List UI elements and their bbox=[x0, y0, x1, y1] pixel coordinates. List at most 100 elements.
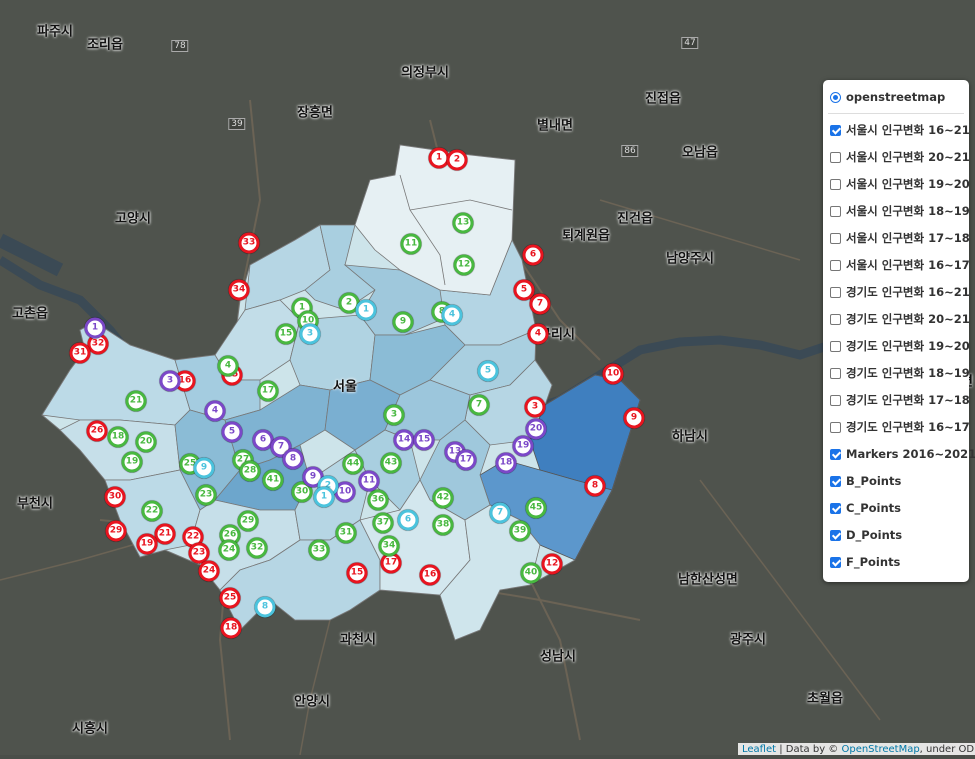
checkbox-checked-icon[interactable] bbox=[830, 502, 841, 514]
green-marker[interactable]: 4 bbox=[217, 355, 239, 377]
overlay-item[interactable]: 서울시 인구변화 18~19 bbox=[830, 201, 970, 221]
checkbox-icon[interactable] bbox=[830, 286, 841, 298]
green-marker[interactable]: 34 bbox=[378, 535, 400, 557]
green-marker[interactable]: 3 bbox=[383, 404, 405, 426]
green-marker[interactable]: 23 bbox=[195, 484, 217, 506]
purple-marker[interactable]: 14 bbox=[393, 429, 415, 451]
red-marker[interactable]: 34 bbox=[228, 279, 250, 301]
purple-marker[interactable]: 19 bbox=[512, 435, 534, 457]
checkbox-icon[interactable] bbox=[830, 232, 841, 244]
overlay-item[interactable]: 경기도 인구변화 16~21 bbox=[830, 282, 970, 302]
red-marker[interactable]: 33 bbox=[238, 232, 260, 254]
green-marker[interactable]: 15 bbox=[275, 323, 297, 345]
checkbox-checked-icon[interactable] bbox=[830, 124, 841, 136]
red-marker[interactable]: 4 bbox=[527, 323, 549, 345]
green-marker[interactable]: 40 bbox=[520, 562, 542, 584]
cyan-marker[interactable]: 1 bbox=[355, 299, 377, 321]
cyan-marker[interactable]: 7 bbox=[489, 502, 511, 524]
overlay-item[interactable]: 경기도 인구변화 18~19 bbox=[830, 363, 970, 383]
red-marker[interactable]: 26 bbox=[86, 420, 108, 442]
green-marker[interactable]: 29 bbox=[237, 510, 259, 532]
overlay-item[interactable]: 경기도 인구변화 17~18 bbox=[830, 390, 970, 410]
red-marker[interactable]: 21 bbox=[154, 523, 176, 545]
cyan-marker[interactable]: 8 bbox=[254, 596, 276, 618]
green-marker[interactable]: 31 bbox=[335, 522, 357, 544]
cyan-marker[interactable]: 3 bbox=[299, 323, 321, 345]
green-marker[interactable]: 18 bbox=[107, 426, 129, 448]
red-marker[interactable]: 2 bbox=[446, 149, 468, 171]
red-marker[interactable]: 15 bbox=[346, 562, 368, 584]
purple-marker[interactable]: 1 bbox=[84, 317, 106, 339]
purple-marker[interactable]: 17 bbox=[455, 449, 477, 471]
green-marker[interactable]: 19 bbox=[121, 451, 143, 473]
overlay-item[interactable]: 경기도 인구변화 20~21 bbox=[830, 309, 970, 329]
checkbox-icon[interactable] bbox=[830, 151, 841, 163]
overlay-item[interactable]: 경기도 인구변화 19~20 bbox=[830, 336, 970, 356]
red-marker[interactable]: 31 bbox=[69, 342, 91, 364]
cyan-marker[interactable]: 9 bbox=[193, 457, 215, 479]
green-marker[interactable]: 37 bbox=[372, 512, 394, 534]
purple-marker[interactable]: 15 bbox=[413, 429, 435, 451]
green-marker[interactable]: 24 bbox=[218, 539, 240, 561]
red-marker[interactable]: 10 bbox=[602, 363, 624, 385]
layer-control[interactable]: openstreetmap 서울시 인구변화 16~21 서울시 인구변화 20~… bbox=[823, 80, 975, 582]
overlay-item[interactable]: Markers 2016~2021 bbox=[830, 444, 975, 464]
leaflet-link[interactable]: Leaflet bbox=[742, 744, 776, 755]
checkbox-checked-icon[interactable] bbox=[830, 475, 841, 487]
red-marker[interactable]: 25 bbox=[219, 587, 241, 609]
overlay-item[interactable]: 서울시 인구변화 16~21 bbox=[830, 120, 970, 140]
red-marker[interactable]: 3 bbox=[524, 396, 546, 418]
red-marker[interactable]: 9 bbox=[623, 407, 645, 429]
red-marker[interactable]: 24 bbox=[198, 560, 220, 582]
purple-marker[interactable]: 4 bbox=[204, 400, 226, 422]
green-marker[interactable]: 12 bbox=[453, 254, 475, 276]
checkbox-checked-icon[interactable] bbox=[830, 448, 841, 460]
cyan-marker[interactable]: 4 bbox=[441, 304, 463, 326]
green-marker[interactable]: 28 bbox=[239, 460, 261, 482]
base-layer-openstreetmap[interactable]: openstreetmap bbox=[830, 87, 945, 107]
cyan-marker[interactable]: 5 bbox=[477, 360, 499, 382]
green-marker[interactable]: 32 bbox=[246, 537, 268, 559]
checkbox-icon[interactable] bbox=[830, 313, 841, 325]
red-marker[interactable]: 6 bbox=[522, 244, 544, 266]
red-marker[interactable]: 8 bbox=[584, 475, 606, 497]
green-marker[interactable]: 33 bbox=[308, 539, 330, 561]
overlay-item[interactable]: 서울시 인구변화 17~18 bbox=[830, 228, 970, 248]
red-marker[interactable]: 29 bbox=[105, 520, 127, 542]
checkbox-icon[interactable] bbox=[830, 205, 841, 217]
cyan-marker[interactable]: 1 bbox=[313, 486, 335, 508]
checkbox-icon[interactable] bbox=[830, 421, 841, 433]
radio-icon[interactable] bbox=[830, 91, 841, 103]
overlay-item[interactable]: 서울시 인구변화 19~20 bbox=[830, 174, 970, 194]
green-marker[interactable]: 20 bbox=[135, 431, 157, 453]
purple-marker[interactable]: 8 bbox=[282, 448, 304, 470]
overlay-item[interactable]: C_Points bbox=[830, 498, 901, 518]
checkbox-icon[interactable] bbox=[830, 178, 841, 190]
cyan-marker[interactable]: 6 bbox=[397, 509, 419, 531]
checkbox-icon[interactable] bbox=[830, 259, 841, 271]
overlay-item[interactable]: F_Points bbox=[830, 552, 900, 572]
red-marker[interactable]: 18 bbox=[220, 617, 242, 639]
purple-marker[interactable]: 5 bbox=[221, 421, 243, 443]
green-marker[interactable]: 41 bbox=[262, 469, 284, 491]
red-marker[interactable]: 19 bbox=[136, 533, 158, 555]
red-marker[interactable]: 16 bbox=[419, 564, 441, 586]
overlay-item[interactable]: 서울시 인구변화 16~17 bbox=[830, 255, 970, 275]
green-marker[interactable]: 13 bbox=[452, 212, 474, 234]
checkbox-icon[interactable] bbox=[830, 367, 841, 379]
green-marker[interactable]: 17 bbox=[257, 380, 279, 402]
checkbox-checked-icon[interactable] bbox=[830, 529, 841, 541]
green-marker[interactable]: 44 bbox=[342, 453, 364, 475]
red-marker[interactable]: 12 bbox=[541, 553, 563, 575]
overlay-item[interactable]: D_Points bbox=[830, 525, 902, 545]
red-marker[interactable]: 7 bbox=[529, 293, 551, 315]
checkbox-icon[interactable] bbox=[830, 340, 841, 352]
green-marker[interactable]: 39 bbox=[509, 520, 531, 542]
green-marker[interactable]: 36 bbox=[367, 489, 389, 511]
green-marker[interactable]: 11 bbox=[400, 233, 422, 255]
checkbox-icon[interactable] bbox=[830, 394, 841, 406]
green-marker[interactable]: 7 bbox=[468, 394, 490, 416]
purple-marker[interactable]: 3 bbox=[159, 370, 181, 392]
osm-link[interactable]: OpenStreetMap bbox=[841, 744, 919, 755]
green-marker[interactable]: 22 bbox=[141, 500, 163, 522]
